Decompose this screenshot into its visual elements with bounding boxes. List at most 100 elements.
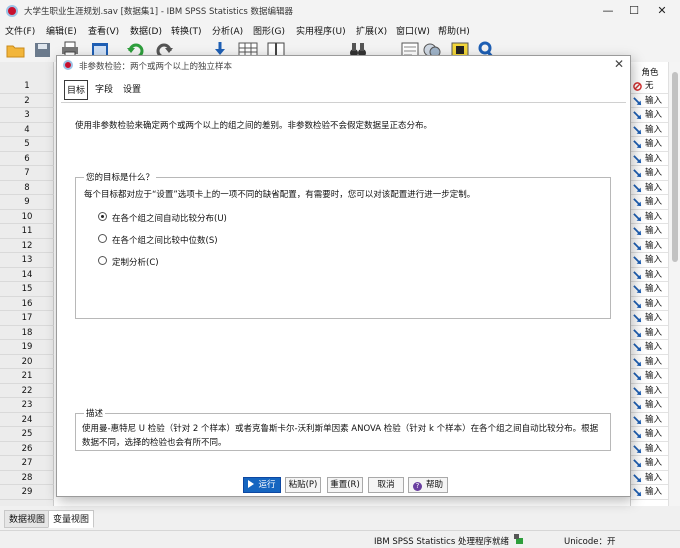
maximize-button[interactable]: ☐ xyxy=(624,2,644,20)
row-number[interactable]: 3 xyxy=(0,108,54,123)
radio-auto-compare[interactable] xyxy=(98,212,107,221)
dialog-close-button[interactable]: ✕ xyxy=(614,57,624,71)
menu-view[interactable]: 查看(V) xyxy=(88,24,119,37)
dialog-title: 非参数检验：两个或两个以上的独立样本 xyxy=(79,62,233,72)
menu-help[interactable]: 帮助(H) xyxy=(438,24,470,37)
menu-extensions[interactable]: 扩展(X) xyxy=(356,24,387,37)
row-number[interactable]: 9 xyxy=(0,195,54,210)
row-number[interactable]: 20 xyxy=(0,355,54,369)
role-cell-label: 输入 xyxy=(645,110,663,120)
role-cell[interactable]: 输入 xyxy=(631,181,669,195)
row-number[interactable]: 5 xyxy=(0,137,54,152)
menu-data[interactable]: 数据(D) xyxy=(130,24,162,37)
role-cell[interactable]: 输入 xyxy=(631,355,669,369)
menu-transform[interactable]: 转换(T) xyxy=(171,24,202,37)
radio-compare-medians[interactable] xyxy=(98,234,107,243)
row-number[interactable]: 12 xyxy=(0,239,54,253)
tab-settings[interactable]: 设置 xyxy=(120,80,144,100)
row-number[interactable]: 11 xyxy=(0,224,54,239)
row-number[interactable]: 26 xyxy=(0,442,54,456)
vertical-scrollbar[interactable] xyxy=(668,62,680,506)
role-cell[interactable]: 输入 xyxy=(631,442,669,456)
role-cell[interactable]: 输入 xyxy=(631,369,669,384)
paste-button[interactable]: 粘贴(P) xyxy=(285,477,321,493)
close-window-button[interactable]: ✕ xyxy=(652,2,672,20)
role-cell[interactable]: 输入 xyxy=(631,152,669,166)
row-number[interactable]: 4 xyxy=(0,123,54,137)
role-cell[interactable]: 输入 xyxy=(631,413,669,427)
role-cell[interactable]: 输入 xyxy=(631,340,669,355)
row-number[interactable]: 7 xyxy=(0,166,54,181)
option-compare-medians-label[interactable]: 在各个组之间比较中位数(S) xyxy=(112,234,218,246)
role-cell[interactable]: 输入 xyxy=(631,195,669,210)
menu-file[interactable]: 文件(F) xyxy=(5,24,35,37)
row-number[interactable]: 23 xyxy=(0,398,54,413)
role-cell[interactable]: 输入 xyxy=(631,471,669,485)
role-cell[interactable]: 输入 xyxy=(631,137,669,152)
row-number[interactable]: 27 xyxy=(0,456,54,471)
role-cell[interactable]: 输入 xyxy=(631,384,669,398)
role-cell[interactable]: 输入 xyxy=(631,224,669,239)
open-folder-icon[interactable] xyxy=(6,41,26,59)
row-number[interactable]: 29 xyxy=(0,485,54,500)
row-number[interactable]: 22 xyxy=(0,384,54,398)
role-cell[interactable]: 输入 xyxy=(631,108,669,123)
menu-graphs[interactable]: 图形(G) xyxy=(253,24,285,37)
role-cell[interactable]: 输入 xyxy=(631,485,669,500)
row-number[interactable]: 16 xyxy=(0,297,54,311)
role-cell[interactable]: 无 xyxy=(631,79,669,94)
role-column-header[interactable]: 角色 xyxy=(631,66,669,78)
row-number[interactable]: 6 xyxy=(0,152,54,166)
row-number[interactable]: 10 xyxy=(0,210,54,224)
role-cell[interactable]: 输入 xyxy=(631,282,669,297)
role-cell[interactable]: 输入 xyxy=(631,123,669,137)
row-number[interactable]: 14 xyxy=(0,268,54,282)
row-number[interactable]: 2 xyxy=(0,94,54,108)
row-number[interactable]: 19 xyxy=(0,340,54,355)
role-cell[interactable]: 输入 xyxy=(631,427,669,442)
row-number[interactable]: 1 xyxy=(0,79,54,94)
row-number[interactable]: 21 xyxy=(0,369,54,384)
role-cell[interactable]: 输入 xyxy=(631,94,669,108)
row-number[interactable]: 24 xyxy=(0,413,54,427)
row-number[interactable]: 18 xyxy=(0,326,54,340)
role-cell[interactable]: 输入 xyxy=(631,166,669,181)
menu-window[interactable]: 窗口(W) xyxy=(396,24,430,37)
row-number[interactable]: 25 xyxy=(0,427,54,442)
role-cell[interactable]: 输入 xyxy=(631,456,669,471)
run-button[interactable]: 运行 xyxy=(243,477,281,493)
role-cell[interactable]: 输入 xyxy=(631,326,669,340)
save-icon[interactable] xyxy=(33,41,53,59)
role-cell[interactable]: 输入 xyxy=(631,398,669,413)
tab-variable-view[interactable]: 变量视图 xyxy=(48,510,95,528)
menu-utilities[interactable]: 实用程序(U) xyxy=(296,24,346,37)
menu-bar: 文件(F) 编辑(E) 查看(V) 数据(D) 转换(T) 分析(A) 图形(G… xyxy=(0,22,680,38)
menu-analyze[interactable]: 分析(A) xyxy=(212,24,243,37)
tab-objective[interactable]: 目标 xyxy=(64,80,88,100)
option-custom-analysis-label[interactable]: 定制分析(C) xyxy=(112,256,159,268)
role-cell[interactable]: 输入 xyxy=(631,268,669,282)
radio-custom-analysis[interactable] xyxy=(98,256,107,265)
role-cell[interactable]: 输入 xyxy=(631,311,669,326)
row-number[interactable]: 15 xyxy=(0,282,54,297)
reset-button[interactable]: 重置(R) xyxy=(327,477,363,493)
option-auto-compare-label[interactable]: 在各个组之间自动比较分布(U) xyxy=(112,212,227,224)
tab-fields[interactable]: 字段 xyxy=(92,80,116,100)
role-input-arrow-icon xyxy=(633,343,642,352)
menu-edit[interactable]: 编辑(E) xyxy=(46,24,77,37)
tab-data-view[interactable]: 数据视图 xyxy=(4,510,51,528)
scrollbar-thumb[interactable] xyxy=(672,72,678,262)
row-number[interactable]: 8 xyxy=(0,181,54,195)
row-number[interactable]: 17 xyxy=(0,311,54,326)
role-cell[interactable]: 输入 xyxy=(631,239,669,253)
description-line-1: 使用曼-惠特尼 U 检验（针对 2 个样本）或者克鲁斯卡尔-沃利斯单因素 ANO… xyxy=(82,424,599,434)
help-button[interactable]: ? 帮助 xyxy=(408,477,448,493)
minimize-button[interactable]: — xyxy=(598,2,618,20)
row-number[interactable]: 13 xyxy=(0,253,54,268)
row-number[interactable]: 28 xyxy=(0,471,54,485)
role-cell[interactable]: 输入 xyxy=(631,253,669,268)
role-cell[interactable]: 输入 xyxy=(631,210,669,224)
cancel-button[interactable]: 取消 xyxy=(368,477,404,493)
role-cell[interactable]: 输入 xyxy=(631,297,669,311)
description-group: 描述 使用曼-惠特尼 U 检验（针对 2 个样本）或者克鲁斯卡尔-沃利斯单因素 … xyxy=(75,407,611,451)
